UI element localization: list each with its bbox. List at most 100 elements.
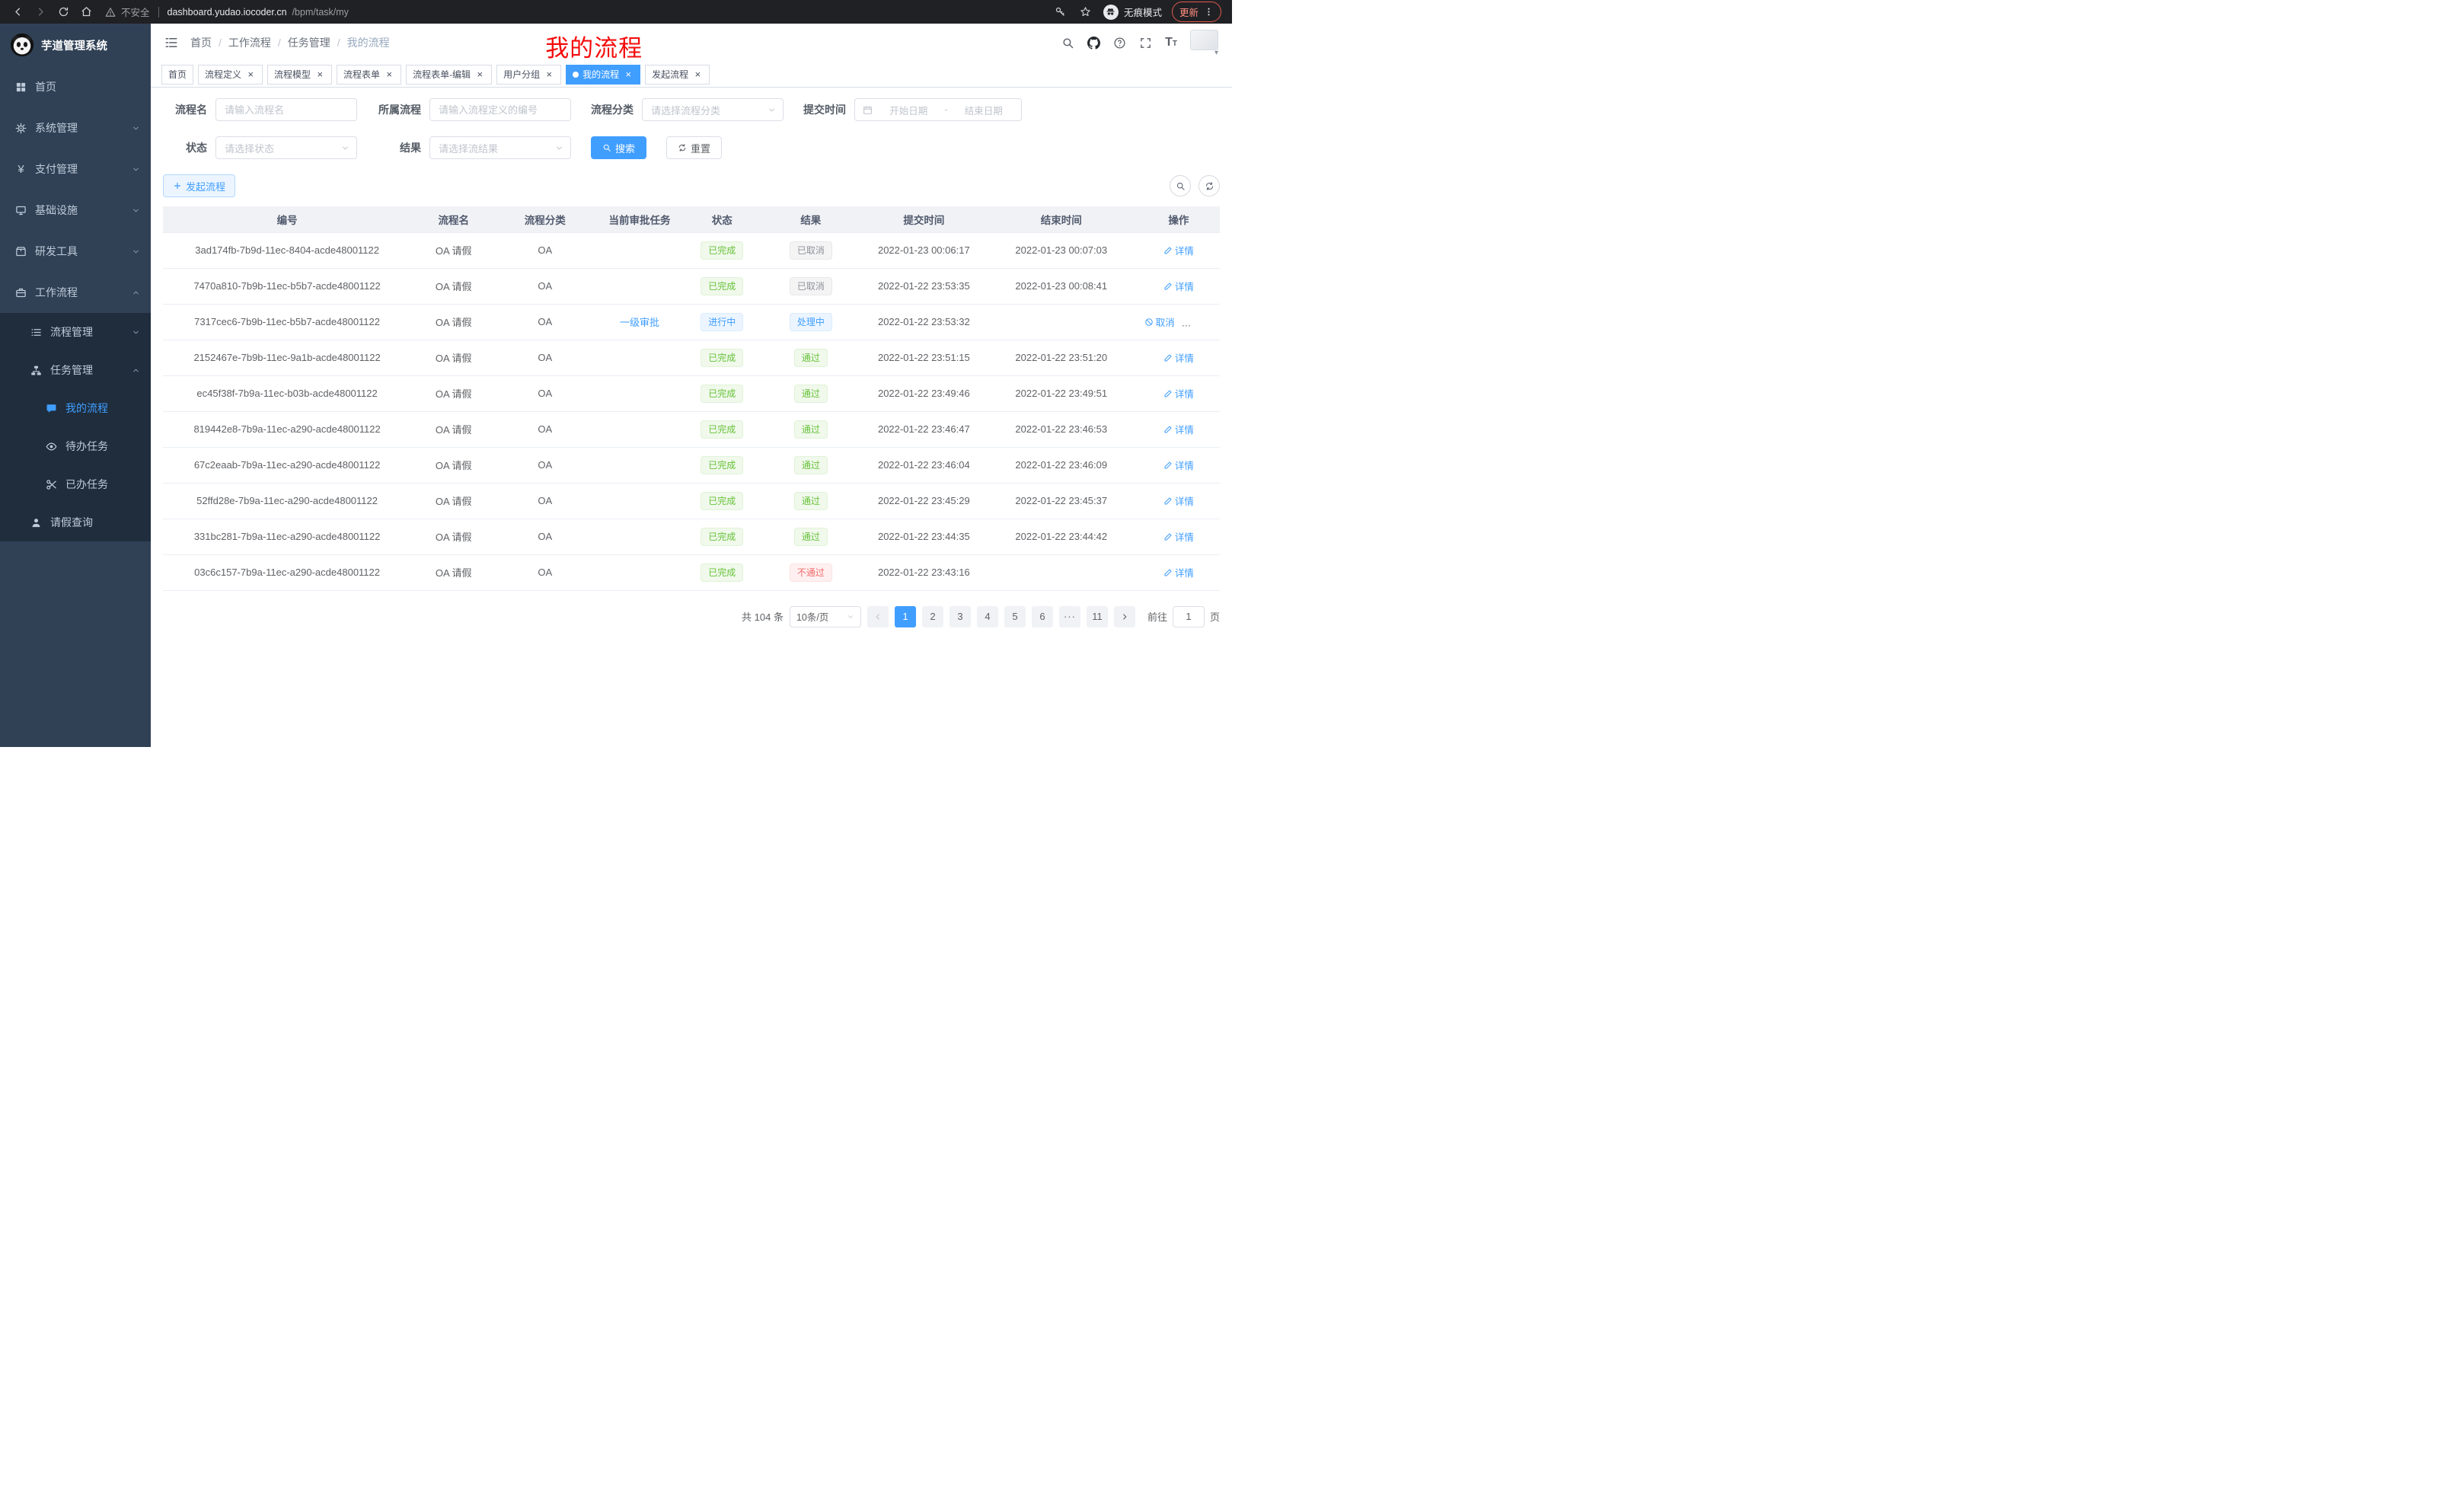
sidebar-item-done-tasks[interactable]: 已办任务 [0,465,151,503]
user-menu[interactable]: ▾ [1190,30,1218,56]
page-number-button[interactable]: 3 [950,606,971,627]
column-header: 操作 [1138,206,1220,232]
status-badge: 已完成 [701,349,743,367]
app-logo[interactable]: 芋道管理系统 [0,24,151,66]
close-tab-icon[interactable]: × [623,69,634,80]
browser-back-button[interactable] [8,2,27,22]
page-number-button[interactable]: 5 [1004,606,1026,627]
close-tab-icon[interactable]: × [544,69,554,80]
result-select[interactable]: 请选择流结果 [429,136,571,159]
sidebar-item-system[interactable]: 系统管理 [0,107,151,148]
cell-status: 已完成 [685,268,759,304]
view-tab[interactable]: 首页 [161,65,193,85]
page-number-button[interactable]: 6 [1032,606,1053,627]
detail-action[interactable]: 详情 [1163,458,1194,472]
detail-action[interactable]: 详情 [1163,422,1194,436]
cancel-action[interactable]: 取消 [1144,314,1175,329]
password-key-icon[interactable] [1053,5,1068,20]
cell-id: ec45f38f-7b9a-11ec-b03b-acde48001122 [163,375,411,411]
sidebar-item-todo-tasks[interactable]: 待办任务 [0,427,151,465]
help-icon[interactable] [1113,37,1126,49]
not-secure-label: 不安全 [121,5,150,19]
avatar[interactable] [1190,30,1218,50]
view-tab[interactable]: 流程表单 × [337,65,401,85]
page-number-button[interactable]: 2 [922,606,943,627]
cell-status: 已完成 [685,483,759,519]
close-tab-icon[interactable]: × [474,69,485,80]
detail-action[interactable]: 详情 [1185,314,1215,329]
process-name-input[interactable] [215,98,357,121]
sidebar-item-task-mgmt[interactable]: 任务管理 [0,351,151,389]
browser-home-button[interactable] [76,2,96,22]
next-page-button[interactable] [1114,606,1135,627]
toggle-search-button[interactable] [1170,175,1191,196]
close-tab-icon[interactable]: × [692,69,703,80]
reset-button[interactable]: 重置 [666,136,722,159]
browser-reload-button[interactable] [53,2,73,22]
sidebar-item-process-mgmt[interactable]: 流程管理 [0,313,151,351]
view-tab[interactable]: 流程定义 × [198,65,263,85]
view-tab[interactable]: 发起流程 × [645,65,710,85]
status-select[interactable]: 请选择状态 [215,136,357,159]
detail-action[interactable]: 详情 [1163,386,1194,401]
page-number-button[interactable]: 1 [895,606,916,627]
search-button[interactable]: 搜索 [591,136,646,159]
view-tab[interactable]: 流程模型 × [267,65,332,85]
result-badge: 通过 [794,420,828,439]
bookmark-star-icon[interactable] [1078,5,1093,20]
scissors-icon [46,479,57,490]
browser-menu-dots-icon[interactable] [1204,7,1214,17]
github-icon[interactable] [1087,37,1100,49]
cell-actions: 详情 [1138,375,1220,411]
sidebar-item-devtools[interactable]: 研发工具 [0,231,151,272]
page-number-button[interactable]: 4 [977,606,998,627]
page-number-button[interactable]: ··· [1059,606,1080,627]
dashboard-grid-icon [15,81,27,93]
table-tools [1170,175,1220,196]
sidebar-item-infra[interactable]: 基础设施 [0,190,151,231]
prev-page-button[interactable] [867,606,889,627]
date-range-picker[interactable]: 开始日期 - 结束日期 [854,98,1022,121]
view-tab[interactable]: 流程表单-编辑 × [406,65,492,85]
refresh-table-button[interactable] [1198,175,1220,196]
create-process-button[interactable]: 发起流程 [163,174,235,197]
sidebar-item-payment[interactable]: ¥ 支付管理 [0,148,151,190]
goto-page-input[interactable] [1173,606,1205,627]
current-task-link[interactable]: 一级审批 [620,317,659,328]
detail-action[interactable]: 详情 [1163,529,1194,544]
page-number-button[interactable]: 11 [1087,606,1108,627]
cell-status: 已完成 [685,447,759,483]
breadcrumb-home[interactable]: 首页 [190,35,212,50]
cell-end-time [985,554,1138,590]
update-button[interactable]: 更新 [1172,2,1221,22]
fullscreen-icon[interactable] [1139,37,1152,49]
category-select[interactable]: 请选择流程分类 [642,98,784,121]
view-tab[interactable]: 我的流程 × [566,65,640,85]
close-tab-icon[interactable]: × [245,69,256,80]
browser-forward-button[interactable] [30,2,50,22]
sidebar-toggle-button[interactable] [164,36,178,49]
sidebar-item-home[interactable]: 首页 [0,66,151,107]
detail-action[interactable]: 详情 [1163,350,1194,365]
detail-action[interactable]: 详情 [1163,243,1194,257]
process-definition-input[interactable] [429,98,571,121]
cell-actions: 详情 [1138,340,1220,375]
detail-action[interactable]: 详情 [1163,279,1194,293]
sidebar-item-workflow[interactable]: 工作流程 [0,272,151,313]
close-tab-icon[interactable]: × [314,69,325,80]
detail-action[interactable]: 详情 [1163,565,1194,579]
end-date-placeholder: 结束日期 [954,103,1013,117]
search-icon[interactable] [1061,37,1074,49]
sidebar-item-my-process[interactable]: 我的流程 [0,389,151,427]
view-tab[interactable]: 用户分组 × [496,65,561,85]
address-bar[interactable]: 不安全 dashboard.yudao.iocoder.cn/bpm/task/… [99,5,1050,19]
breadcrumb-task-mgmt[interactable]: 任务管理 [288,35,330,50]
breadcrumb-workflow[interactable]: 工作流程 [228,35,271,50]
page-size-select[interactable]: 10条/页 [790,606,861,627]
detail-action[interactable]: 详情 [1163,493,1194,508]
cell-submit-time: 2022-01-23 00:06:17 [863,232,985,268]
close-tab-icon[interactable]: × [384,69,394,80]
font-size-icon[interactable]: TT [1165,37,1177,49]
sidebar-item-leave-query[interactable]: 请假查询 [0,503,151,541]
status-badge: 已完成 [701,492,743,510]
